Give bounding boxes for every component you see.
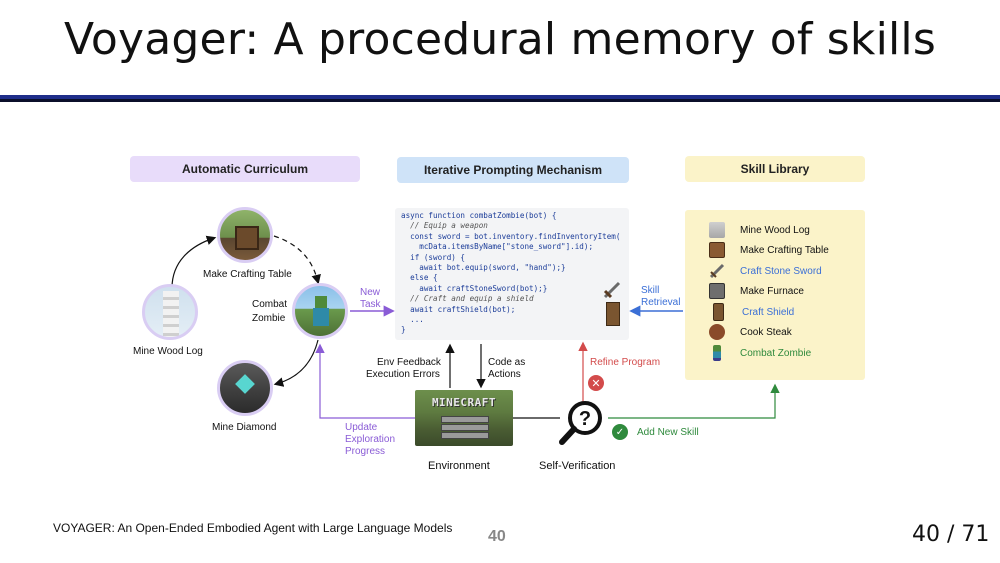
zombie-icon: [713, 345, 721, 361]
code-snippet: async function combatZombie(bot) { // Eq…: [395, 208, 629, 340]
minecraft-environment-screenshot: MINECRAFT: [415, 390, 513, 446]
diamond-node-icon: [217, 360, 273, 416]
skill-label: Craft Shield: [742, 306, 795, 318]
wood-log-label: Mine Wood Log: [133, 346, 203, 357]
code-line: await craftShield(bot);: [401, 304, 516, 314]
new-task-label-1: New: [360, 287, 381, 298]
update-label-3: Progress: [345, 446, 386, 457]
stone-sword-icon: [709, 263, 725, 279]
combat-zombie-label-1: Combat: [252, 299, 288, 310]
mc-menu-button: [441, 416, 489, 423]
env-feedback-label-1: Env Feedback: [377, 357, 441, 368]
environment-label: Environment: [428, 460, 490, 472]
skill-item: Make Crafting Table: [709, 241, 829, 259]
mc-menu-button: [441, 424, 489, 431]
crafting-table-icon: [709, 242, 725, 258]
skill-item: Combat Zombie: [709, 344, 811, 362]
refine-program-label: Refine Program: [590, 357, 661, 368]
check-icon: ✓: [612, 424, 628, 440]
skill-retrieval-label-2: Retrieval: [641, 297, 681, 308]
code-line: if (sword) {: [401, 252, 466, 262]
steak-icon: [709, 324, 725, 340]
code-line: }: [401, 325, 406, 335]
skill-item: Mine Wood Log: [709, 221, 810, 239]
page-indicator: 40 / 71: [912, 522, 990, 547]
skill-library-panel: Mine Wood Log Make Crafting Table Craft …: [685, 210, 865, 380]
diamond-label: Mine Diamond: [212, 422, 277, 433]
add-new-skill-label: Add New Skill: [637, 427, 699, 438]
update-label-2: Exploration: [345, 434, 396, 445]
code-line: ...: [401, 315, 424, 325]
code-line: // Craft and equip a shield: [401, 294, 534, 304]
skill-label: Cook Steak: [740, 326, 792, 338]
skill-item: Make Furnace: [709, 282, 804, 300]
code-line: mcData.itemsByName["stone_sword"].id);: [401, 242, 594, 252]
minecraft-logo: MINECRAFT: [431, 396, 497, 409]
skill-label: Make Crafting Table: [740, 244, 829, 256]
new-task-label-2: Task: [360, 299, 381, 310]
skill-item: Craft Shield: [709, 303, 794, 321]
code-line: // Equip a weapon: [401, 221, 488, 231]
code-actions-label-2: Actions: [488, 369, 521, 380]
wood-log-icon: [709, 222, 725, 238]
furnace-icon: [709, 283, 725, 299]
svg-text:?: ?: [579, 408, 591, 430]
code-line: await craftStoneSword(bot);}: [401, 283, 548, 293]
footer-slide-number: 40: [488, 528, 506, 545]
code-line: await bot.equip(sword, "hand");}: [401, 263, 566, 273]
code-line: const sword = bot.inventory.findInventor…: [401, 231, 621, 241]
skill-label: Combat Zombie: [740, 347, 812, 359]
mc-menu-button: [441, 432, 489, 439]
env-feedback-label-2: Execution Errors: [366, 369, 440, 380]
code-line: async function combatZombie(bot) {: [401, 211, 557, 220]
skill-retrieval-label-1: Skill: [641, 285, 660, 296]
code-line: else {: [401, 273, 438, 283]
self-verification-label: Self-Verification: [539, 460, 616, 472]
skill-item: Cook Steak: [709, 323, 792, 341]
skill-label: Make Furnace: [740, 285, 804, 297]
stone-sword-icon: [602, 280, 622, 300]
footer-citation: VOYAGER: An Open-Ended Embodied Agent wi…: [53, 521, 453, 535]
crafting-table-label: Make Crafting Table: [203, 269, 292, 280]
shield-icon: [713, 303, 724, 321]
combat-zombie-label-2: Zombie: [252, 313, 286, 324]
code-actions-label-1: Code as: [488, 357, 526, 368]
shield-icon: [606, 302, 620, 326]
magnifier-question-icon: ?: [557, 398, 607, 448]
wood-log-node-icon: [142, 284, 198, 340]
skill-item: Craft Stone Sword: [709, 262, 822, 280]
update-label-1: Update: [345, 422, 378, 433]
skill-label: Mine Wood Log: [740, 224, 810, 236]
crafting-table-node-icon: [217, 207, 273, 263]
error-x-icon: ✕: [588, 375, 604, 391]
skill-label: Craft Stone Sword: [740, 265, 822, 277]
combat-zombie-node-icon: [292, 283, 348, 339]
